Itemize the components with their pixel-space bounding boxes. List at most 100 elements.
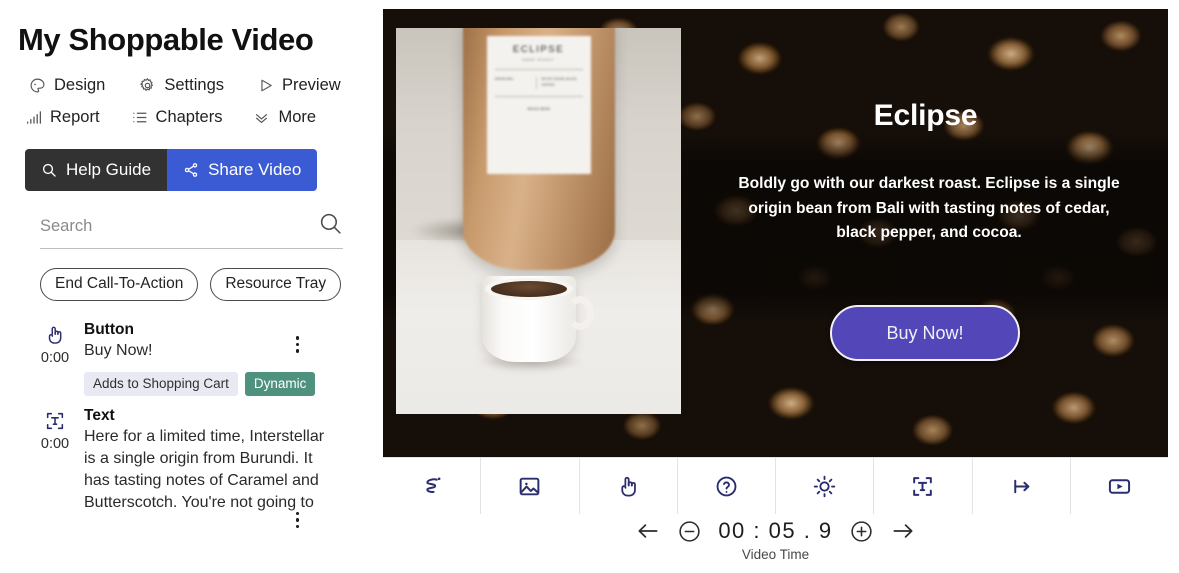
chip-resource-tray[interactable]: Resource Tray: [210, 268, 342, 301]
nav-item-preview[interactable]: Preview: [256, 76, 341, 95]
editor-toolbar: [383, 457, 1168, 514]
cup-handle: [566, 296, 594, 330]
gear-icon: [138, 76, 157, 95]
tool-button[interactable]: [580, 458, 678, 514]
jump-icon: [1009, 474, 1034, 499]
chevron-double-down-icon: [252, 108, 271, 127]
status-badge-dynamic: Dynamic: [244, 371, 316, 396]
nav-item-report-label: Report: [50, 108, 100, 126]
nav-item-chapters-label: Chapters: [155, 108, 223, 126]
element-description: Buy Now!: [84, 342, 153, 359]
nav-item-report[interactable]: Report: [24, 108, 100, 127]
nav-item-settings[interactable]: Settings: [138, 76, 224, 95]
increment-time-button[interactable]: [849, 519, 874, 544]
element-kind: Button: [84, 321, 134, 338]
shoppable-video-editor: My Shoppable Video Design Settings Previ…: [0, 0, 1179, 573]
filter-chips: End Call-To-Action Resource Tray: [40, 268, 361, 301]
nav-menu: Design Settings Preview Report Chapters …: [14, 76, 361, 127]
element-content: Text Here for a limited time, Interstell…: [84, 407, 361, 514]
coffee-bag-label: ECLIPSE DARK ROAST ORIGIN BALI NOTES CED…: [486, 36, 591, 174]
help-guide-button[interactable]: Help Guide: [25, 149, 168, 191]
search-bar: [40, 211, 343, 249]
tool-video[interactable]: [1071, 458, 1168, 514]
element-time: 0:00: [40, 435, 70, 452]
nav-item-more-label: More: [278, 108, 317, 126]
element-list: 0:00 Button Buy Now! Adds to Shopping Ca…: [14, 314, 361, 529]
palette-icon: [28, 76, 47, 95]
nav-item-more[interactable]: More: [252, 108, 316, 127]
tool-draw[interactable]: [383, 458, 482, 514]
element-kind: Text: [84, 406, 115, 424]
bag-label-title: ECLIPSE: [512, 44, 565, 55]
tool-effects[interactable]: [776, 458, 875, 514]
tool-jump[interactable]: [973, 458, 1071, 514]
element-menu-button[interactable]: [295, 511, 299, 529]
bar-chart-icon: [24, 108, 43, 127]
list-item[interactable]: 0:00 Button Buy Now! Adds to Shopping Ca…: [14, 314, 361, 400]
hand-icon: [616, 474, 641, 499]
nav-row-secondary: Report Chapters More: [14, 108, 361, 127]
tool-text[interactable]: [874, 458, 973, 514]
brightness-icon: [812, 474, 837, 499]
coffee-bag: ECLIPSE DARK ROAST ORIGIN BALI NOTES CED…: [462, 28, 615, 270]
sidebar: My Shoppable Video Design Settings Previ…: [0, 0, 383, 573]
search-icon[interactable]: [318, 211, 343, 241]
previous-frame-button[interactable]: [635, 518, 661, 544]
tool-question[interactable]: [678, 458, 776, 514]
next-frame-button[interactable]: [890, 518, 916, 544]
search-icon: [41, 162, 57, 178]
coffee-cup: [482, 276, 594, 362]
share-video-label: Share Video: [208, 160, 302, 179]
bag-label-footer: WHOLE BEAN: [527, 106, 550, 111]
draw-icon: [419, 474, 444, 499]
product-image-overlay[interactable]: ECLIPSE DARK ROAST ORIGIN BALI NOTES CED…: [396, 28, 681, 414]
element-menu-button[interactable]: [295, 336, 299, 353]
search-input[interactable]: [40, 216, 280, 236]
share-video-button[interactable]: Share Video: [167, 149, 318, 191]
nav-row-primary: Design Settings Preview: [14, 76, 361, 95]
play-triangle-icon: [256, 76, 275, 95]
bag-label-subtitle: DARK ROAST: [522, 58, 555, 62]
page-title: My Shoppable Video: [18, 22, 314, 57]
decrement-time-button[interactable]: [677, 519, 702, 544]
pointing-hand-icon: [26, 324, 84, 346]
time-control-row: 00 : 05 . 9: [635, 518, 915, 544]
text-box-icon: [26, 410, 84, 432]
bag-label-col-right: NOTES CEDAR, BLACK PEPPER: [535, 77, 583, 89]
help-guide-label: Help Guide: [66, 160, 152, 179]
nav-item-preview-label: Preview: [282, 76, 341, 94]
element-badges: Adds to Shopping Cart Dynamic: [84, 371, 331, 396]
bag-label-divider: [494, 69, 583, 70]
text-box-icon: [910, 474, 935, 499]
video-icon: [1107, 474, 1132, 499]
element-content: Button Buy Now! Adds to Shopping Cart Dy…: [84, 321, 361, 396]
share-nodes-icon: [183, 162, 199, 178]
video-time-value[interactable]: 00 : 05 . 9: [718, 518, 832, 544]
buy-now-button[interactable]: Buy Now!: [830, 305, 1020, 361]
element-time: 0:00: [40, 350, 70, 366]
bag-label-col-left: ORIGIN BALI: [494, 77, 514, 81]
element-meta: 0:00: [26, 407, 84, 514]
chip-end-call-to-action[interactable]: End Call-To-Action: [40, 268, 199, 301]
coffee-liquid: [491, 281, 567, 297]
element-description: Here for a limited time, Interstellar is…: [84, 427, 325, 511]
nav-item-design[interactable]: Design: [28, 76, 105, 95]
overlay-description[interactable]: Boldly go with our darkest roast. Eclips…: [738, 172, 1120, 246]
nav-item-chapters[interactable]: Chapters: [130, 108, 223, 127]
video-editor-panel: ECLIPSE DARK ROAST ORIGIN BALI NOTES CED…: [383, 0, 1179, 573]
question-icon: [714, 474, 739, 499]
element-meta: 0:00: [26, 321, 84, 396]
nav-item-design-label: Design: [54, 76, 106, 94]
status-badge-cart: Adds to Shopping Cart: [84, 371, 238, 396]
list-item[interactable]: 0:00 Text Here for a limited time, Inter…: [14, 400, 361, 529]
nav-item-settings-label: Settings: [164, 76, 224, 94]
bag-label-grid: ORIGIN BALI NOTES CEDAR, BLACK PEPPER: [495, 77, 583, 89]
bag-label-divider: [494, 95, 583, 97]
list-icon: [130, 108, 149, 127]
overlay-title[interactable]: Eclipse: [683, 99, 1168, 133]
action-buttons: Help Guide Share Video: [25, 149, 361, 191]
video-canvas[interactable]: ECLIPSE DARK ROAST ORIGIN BALI NOTES CED…: [383, 9, 1168, 457]
video-time-label: Video Time: [741, 547, 810, 562]
tool-image[interactable]: [481, 458, 580, 514]
image-icon: [517, 474, 542, 499]
